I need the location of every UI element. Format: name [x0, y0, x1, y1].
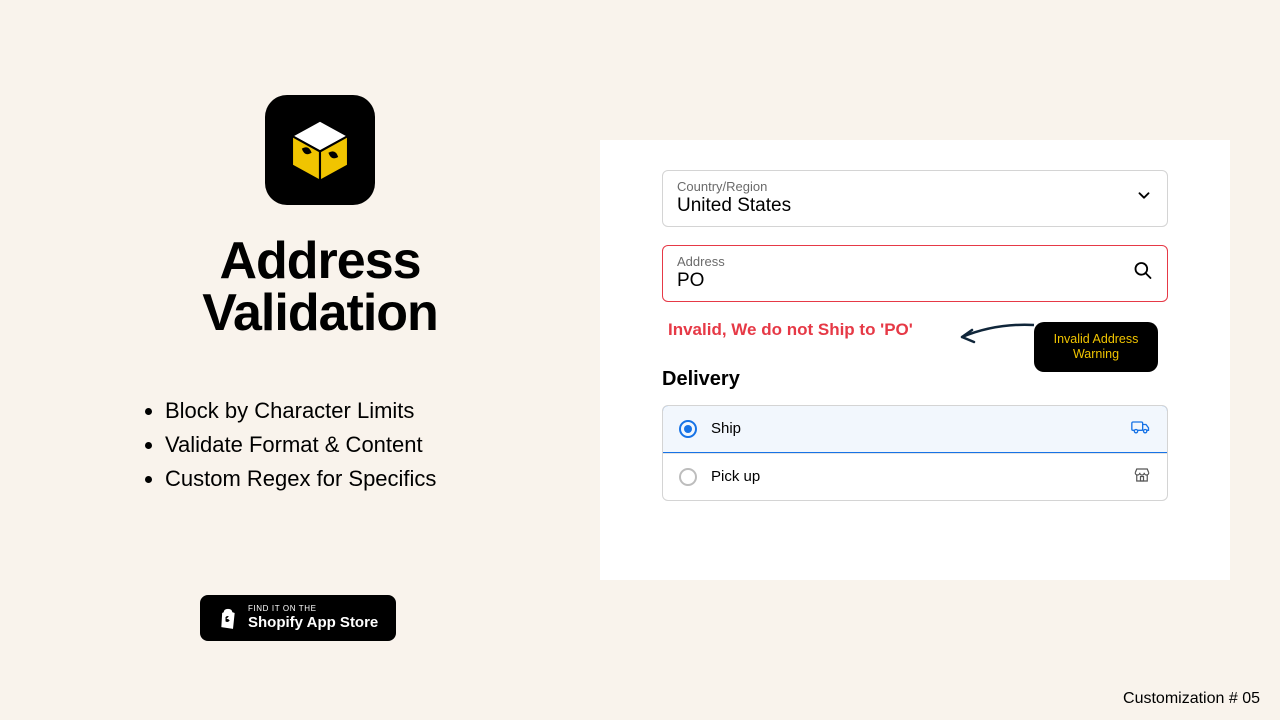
- page-title: Address Validation: [120, 235, 520, 339]
- store-icon: [1133, 466, 1151, 488]
- feature-list: Block by Character Limits Validate Forma…: [120, 394, 520, 496]
- feature-item: Validate Format & Content: [165, 428, 520, 462]
- address-label: Address: [677, 254, 1153, 269]
- delivery-option-pickup[interactable]: Pick up: [663, 453, 1167, 500]
- callout-line-1: Invalid Address: [1054, 332, 1139, 346]
- app-icon: [265, 95, 375, 205]
- feature-item: Custom Regex for Specifics: [165, 462, 520, 496]
- country-select[interactable]: Country/Region United States: [662, 170, 1168, 227]
- badge-big-text: Shopify App Store: [248, 614, 378, 631]
- chevron-down-icon: [1135, 187, 1153, 210]
- search-icon: [1133, 261, 1153, 286]
- heading-line-1: Address: [219, 232, 420, 290]
- country-label: Country/Region: [677, 179, 1153, 194]
- radio-unchecked-icon: [679, 468, 697, 486]
- cube-icon: [285, 115, 355, 185]
- annotation-callout: Invalid Address Warning: [1034, 322, 1158, 372]
- radio-checked-icon: [679, 420, 697, 438]
- shopify-bag-icon: [218, 607, 238, 629]
- delivery-option-label: Pick up: [711, 468, 760, 485]
- truck-icon: [1131, 419, 1151, 439]
- footer-tag: Customization # 05: [1123, 690, 1260, 708]
- shopify-app-store-badge[interactable]: FIND IT ON THE Shopify App Store: [200, 595, 396, 641]
- left-column: Address Validation Block by Character Li…: [120, 95, 520, 496]
- address-input[interactable]: Address PO: [662, 245, 1168, 302]
- country-value: United States: [677, 194, 1153, 218]
- delivery-option-label: Ship: [711, 420, 741, 437]
- callout-line-2: Warning: [1073, 347, 1119, 361]
- address-value: PO: [677, 269, 1153, 293]
- delivery-option-ship[interactable]: Ship: [662, 405, 1168, 453]
- badge-small-text: FIND IT ON THE: [248, 605, 378, 614]
- delivery-options: Ship Pick up: [662, 405, 1168, 501]
- heading-line-2: Validation: [202, 284, 438, 342]
- feature-item: Block by Character Limits: [165, 394, 520, 428]
